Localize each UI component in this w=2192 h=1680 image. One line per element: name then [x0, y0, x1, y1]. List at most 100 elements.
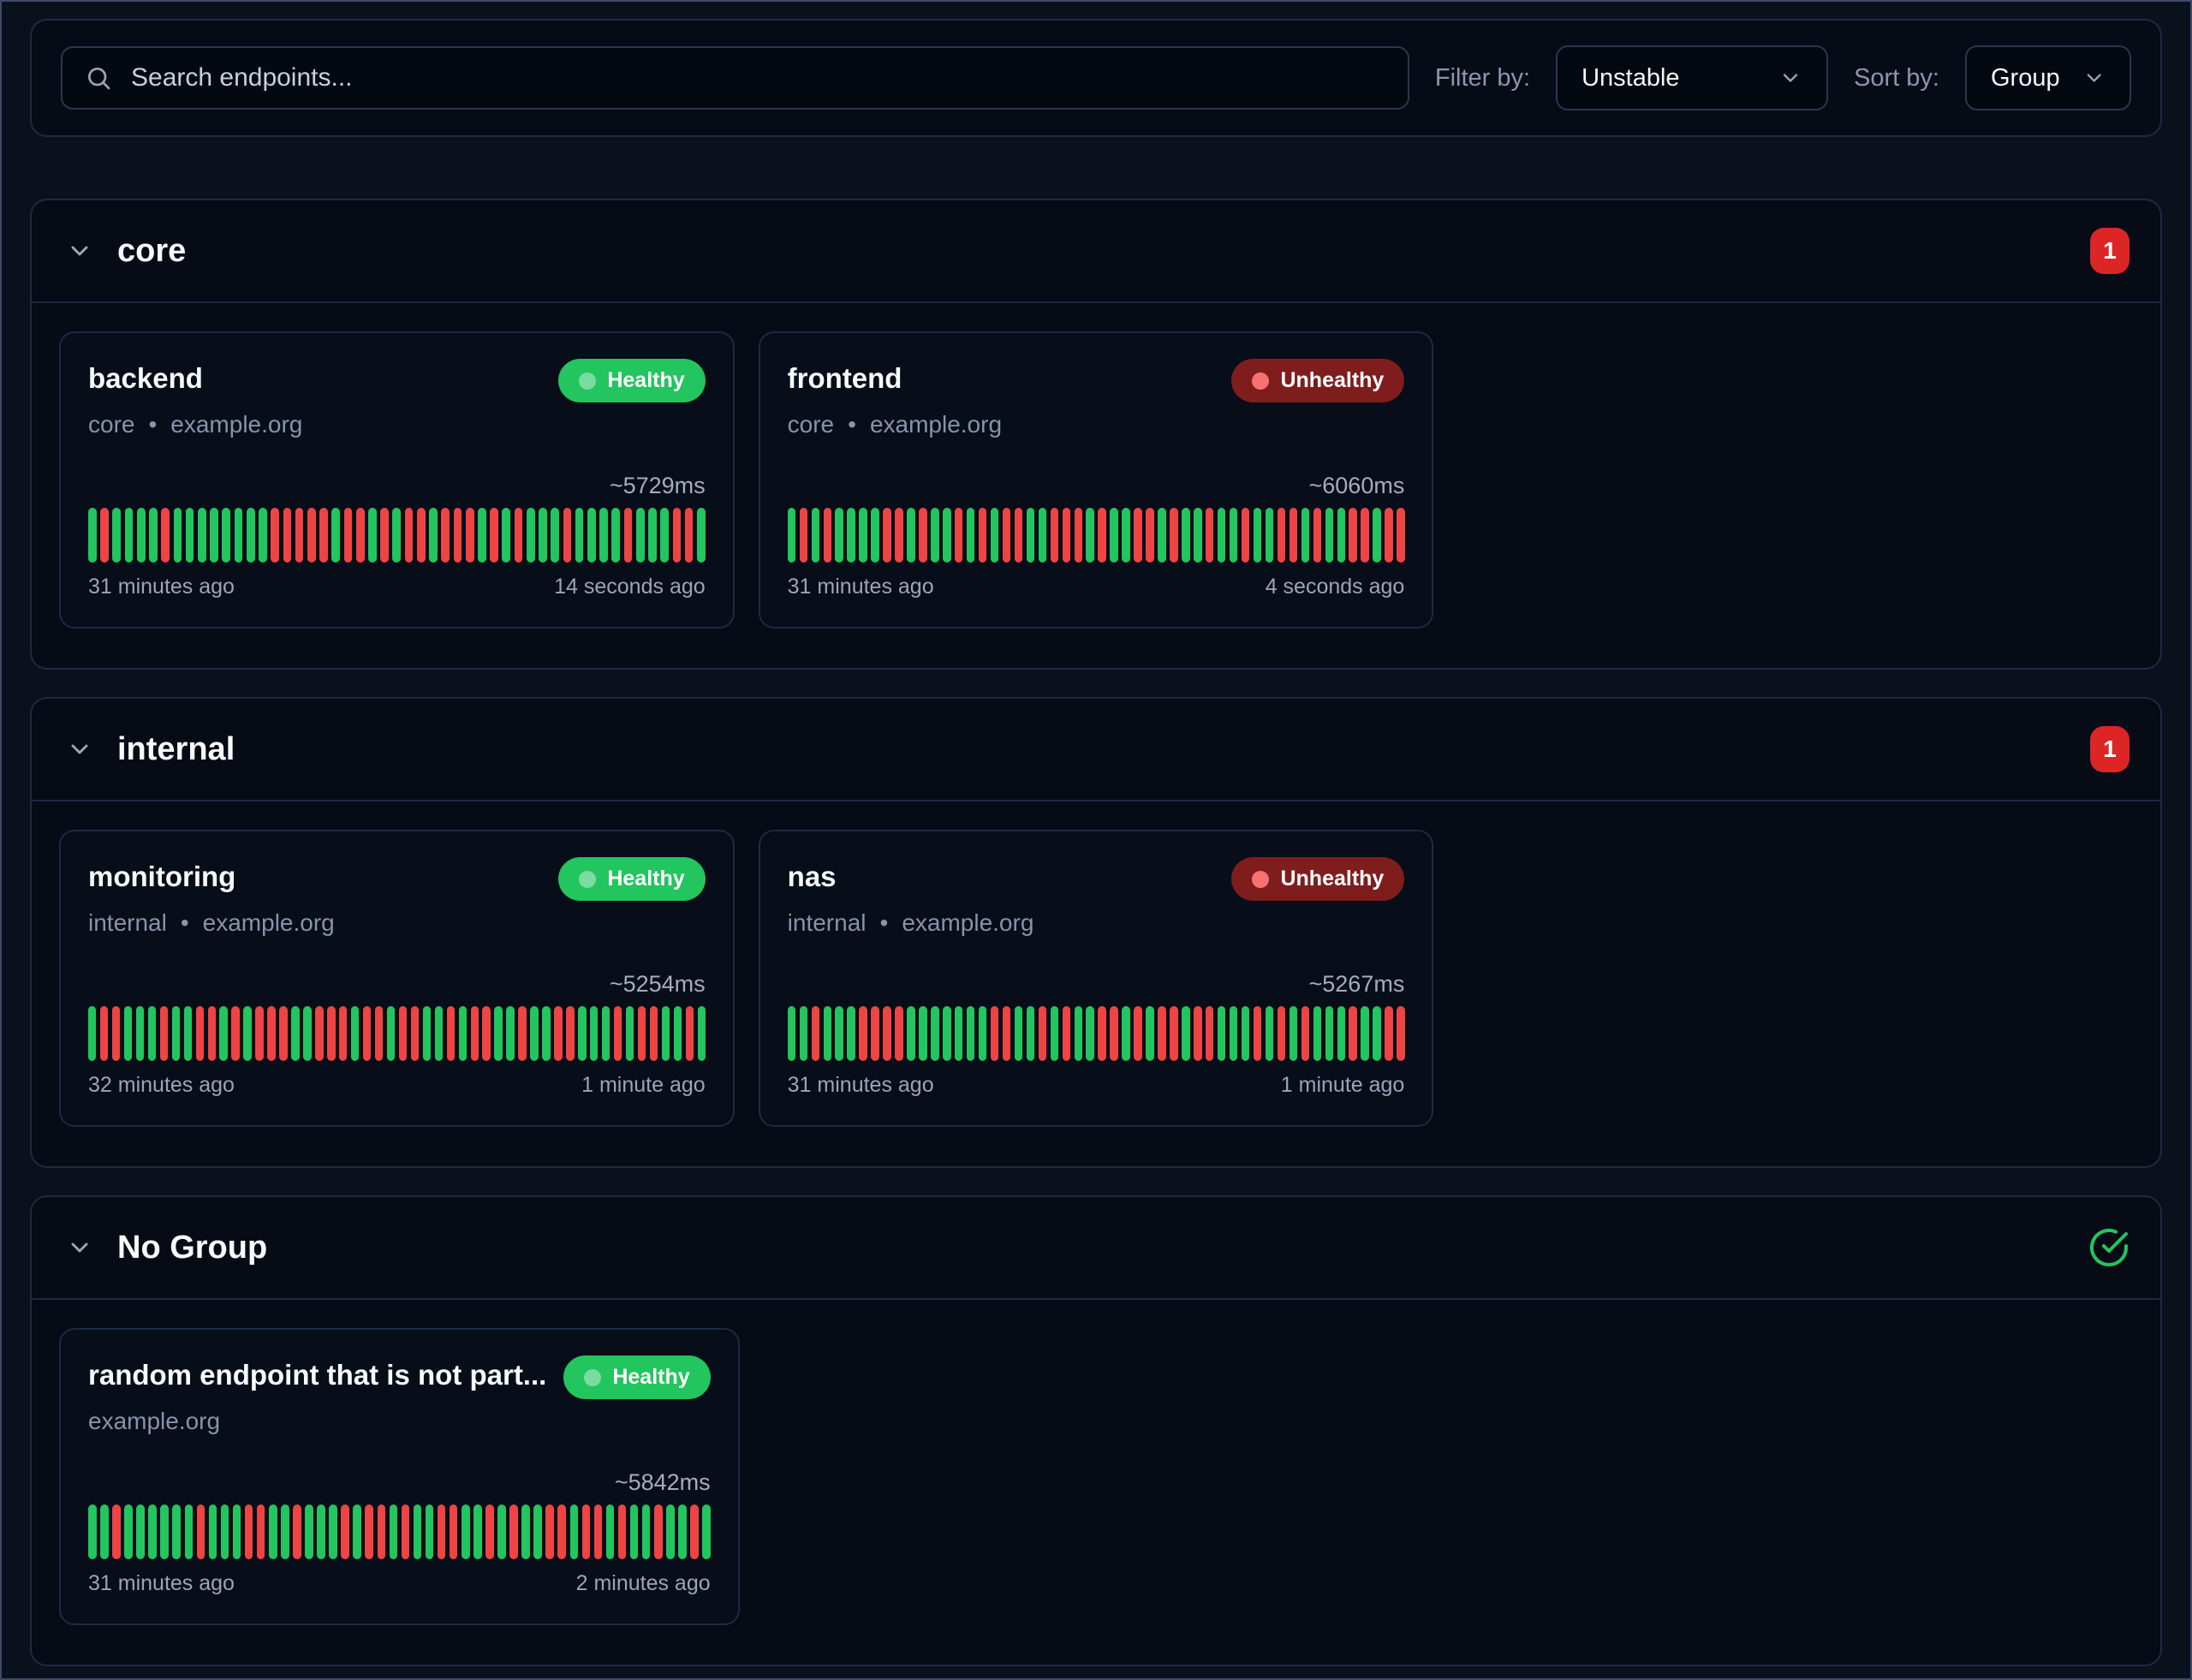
uptime-bar-failure[interactable]: [399, 1006, 407, 1061]
uptime-bar-success[interactable]: [871, 508, 879, 563]
uptime-bar-failure[interactable]: [267, 1006, 275, 1061]
uptime-bar-success[interactable]: [788, 508, 795, 563]
search-input[interactable]: [131, 63, 1385, 92]
uptime-bar-failure[interactable]: [594, 1504, 603, 1559]
uptime-bar-failure[interactable]: [895, 1006, 902, 1061]
uptime-bar-success[interactable]: [474, 1504, 482, 1559]
uptime-bar-failure[interactable]: [883, 508, 890, 563]
uptime-bar-success[interactable]: [642, 1504, 651, 1559]
uptime-bar-success[interactable]: [542, 1006, 550, 1061]
uptime-bar-failure[interactable]: [1313, 508, 1321, 563]
uptime-bar-success[interactable]: [174, 508, 182, 563]
uptime-bar-success[interactable]: [209, 1504, 217, 1559]
uptime-bar-success[interactable]: [847, 508, 855, 563]
search-box[interactable]: [61, 46, 1409, 110]
uptime-bar-success[interactable]: [387, 1006, 395, 1061]
uptime-bar-success[interactable]: [530, 1006, 538, 1061]
uptime-bar-success[interactable]: [678, 1504, 687, 1559]
group-header[interactable]: core 1: [32, 200, 2160, 303]
uptime-bar-success[interactable]: [124, 1006, 132, 1061]
uptime-bar-failure[interactable]: [293, 1504, 301, 1559]
uptime-bar-success[interactable]: [1230, 508, 1237, 563]
uptime-bar-success[interactable]: [991, 508, 998, 563]
uptime-bar-failure[interactable]: [417, 508, 426, 563]
uptime-bar-success[interactable]: [172, 1504, 181, 1559]
uptime-bar-failure[interactable]: [363, 1006, 371, 1061]
uptime-bar-success[interactable]: [390, 1504, 398, 1559]
uptime-bar-success[interactable]: [1182, 508, 1189, 563]
uptime-bar-success[interactable]: [1373, 1006, 1380, 1061]
uptime-bar-success[interactable]: [112, 508, 121, 563]
uptime-bar-failure[interactable]: [447, 1006, 455, 1061]
uptime-bar-failure[interactable]: [1242, 508, 1249, 563]
uptime-bar-failure[interactable]: [895, 508, 902, 563]
uptime-bar-success[interactable]: [907, 508, 914, 563]
uptime-bar-success[interactable]: [943, 508, 950, 563]
uptime-bar-success[interactable]: [235, 508, 243, 563]
uptime-bar-success[interactable]: [539, 508, 547, 563]
uptime-bar-success[interactable]: [599, 508, 608, 563]
uptime-bar-failure[interactable]: [1015, 508, 1022, 563]
endpoint-card[interactable]: random endpoint that is not part... Heal…: [59, 1328, 740, 1625]
uptime-bar-success[interactable]: [1218, 508, 1225, 563]
uptime-bar-failure[interactable]: [883, 1006, 890, 1061]
uptime-bar-failure[interactable]: [307, 508, 316, 563]
uptime-bar-failure[interactable]: [1170, 1006, 1177, 1061]
uptime-bar-success[interactable]: [660, 508, 669, 563]
uptime-bar-success[interactable]: [630, 1504, 639, 1559]
uptime-bar-failure[interactable]: [161, 508, 170, 563]
uptime-bar-failure[interactable]: [1206, 508, 1213, 563]
uptime-bar-success[interactable]: [1254, 508, 1261, 563]
uptime-bar-failure[interactable]: [509, 1504, 518, 1559]
uptime-bar-failure[interactable]: [859, 1006, 867, 1061]
uptime-bar-success[interactable]: [1290, 1006, 1297, 1061]
uptime-bar-success[interactable]: [184, 1006, 192, 1061]
uptime-bar-success[interactable]: [1266, 1006, 1273, 1061]
uptime-bar-success[interactable]: [812, 508, 819, 563]
uptime-bar-failure[interactable]: [450, 1504, 458, 1559]
uptime-bar-failure[interactable]: [800, 508, 807, 563]
uptime-bar-success[interactable]: [1122, 1006, 1129, 1061]
uptime-bar-success[interactable]: [1086, 508, 1093, 563]
uptime-bar-failure[interactable]: [380, 508, 389, 563]
uptime-bar-success[interactable]: [1075, 1006, 1082, 1061]
uptime-bar-success[interactable]: [353, 1504, 361, 1559]
uptime-bar-success[interactable]: [835, 508, 843, 563]
uptime-bar-failure[interactable]: [279, 1006, 287, 1061]
uptime-bar-failure[interactable]: [315, 1006, 323, 1061]
endpoint-card[interactable]: nas Unhealthy internal • example.org ~52…: [759, 830, 1434, 1127]
uptime-bar-success[interactable]: [317, 1504, 325, 1559]
uptime-bar-success[interactable]: [587, 508, 596, 563]
uptime-bar-success[interactable]: [210, 508, 218, 563]
uptime-bar-failure[interactable]: [402, 1504, 410, 1559]
uptime-bar-failure[interactable]: [405, 508, 414, 563]
endpoint-card[interactable]: frontend Unhealthy core • example.org ~6…: [759, 331, 1434, 629]
uptime-bar-success[interactable]: [172, 1006, 180, 1061]
uptime-bar-failure[interactable]: [1063, 508, 1070, 563]
uptime-bar-failure[interactable]: [1385, 508, 1392, 563]
uptime-bar-success[interactable]: [149, 508, 158, 563]
uptime-bar-failure[interactable]: [411, 1006, 419, 1061]
uptime-bar-failure[interactable]: [1051, 508, 1058, 563]
uptime-bar-success[interactable]: [221, 1504, 229, 1559]
uptime-bar-failure[interactable]: [485, 1504, 494, 1559]
uptime-bar-failure[interactable]: [283, 508, 292, 563]
uptime-bar-success[interactable]: [955, 1006, 962, 1061]
uptime-bar-failure[interactable]: [1039, 1006, 1046, 1061]
uptime-bar-failure[interactable]: [812, 1006, 819, 1061]
uptime-bar-failure[interactable]: [1003, 508, 1010, 563]
uptime-bar-failure[interactable]: [1110, 1006, 1117, 1061]
uptime-bar-success[interactable]: [185, 1504, 194, 1559]
uptime-bar-failure[interactable]: [624, 508, 633, 563]
uptime-bar-success[interactable]: [148, 1006, 156, 1061]
uptime-bar-failure[interactable]: [356, 508, 365, 563]
uptime-bar-success[interactable]: [124, 1504, 133, 1559]
uptime-bar-failure[interactable]: [618, 1504, 627, 1559]
uptime-bar-failure[interactable]: [686, 1006, 694, 1061]
uptime-bar-failure[interactable]: [824, 508, 831, 563]
uptime-bar-success[interactable]: [551, 508, 559, 563]
uptime-bar-success[interactable]: [943, 1006, 950, 1061]
uptime-bar-success[interactable]: [697, 508, 706, 563]
uptime-bar-failure[interactable]: [341, 1504, 349, 1559]
uptime-bar-failure[interactable]: [1302, 1006, 1309, 1061]
